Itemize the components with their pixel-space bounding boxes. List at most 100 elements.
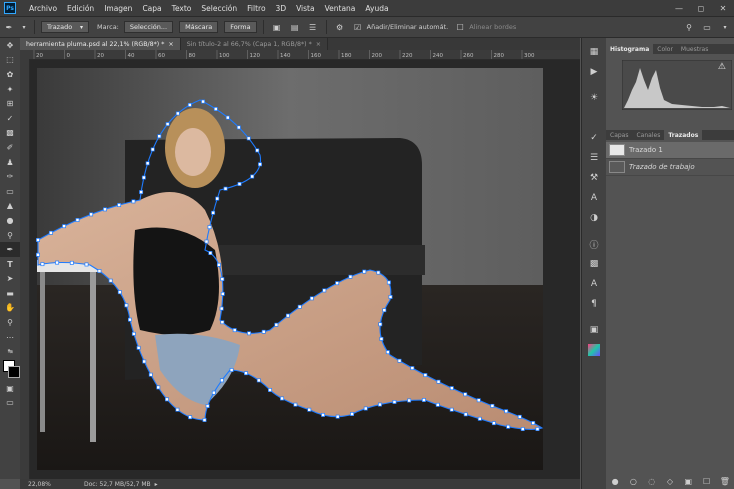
dodge-tool-icon[interactable]: ⚲ [0, 228, 20, 243]
anchor-point[interactable] [124, 303, 129, 308]
anchor-point[interactable] [247, 331, 252, 336]
anchor-point[interactable] [348, 274, 353, 279]
quick-mask-icon[interactable]: ▣ [0, 381, 20, 396]
marquee-tool-icon[interactable]: ⬚ [0, 53, 20, 68]
close-icon[interactable]: × [316, 41, 321, 48]
more-tools-icon[interactable]: ⋯ [0, 330, 20, 345]
quick-selection-tool-icon[interactable]: ✦ [0, 82, 20, 97]
type-tool-icon[interactable]: T [0, 257, 20, 272]
anchor-point[interactable] [517, 414, 522, 419]
anchor-point[interactable] [205, 404, 210, 408]
chevron-right-icon[interactable]: ▸ [155, 481, 158, 488]
anchor-point[interactable] [436, 379, 441, 384]
anchor-point[interactable] [48, 230, 53, 235]
pen-tool-icon[interactable]: ✒ [0, 242, 20, 257]
anchor-point[interactable] [463, 392, 468, 397]
eraser-tool-icon[interactable]: ▭ [0, 184, 20, 199]
anchor-point[interactable] [36, 238, 40, 242]
anchor-point[interactable] [208, 251, 213, 255]
anchor-point[interactable] [421, 398, 426, 402]
anchor-point[interactable] [285, 313, 290, 318]
anchor-point[interactable] [280, 396, 284, 401]
menu-filtro[interactable]: Filtro [242, 4, 270, 13]
libraries-icon[interactable]: ▣ [582, 320, 606, 340]
make-path-icon[interactable]: ◇ [662, 475, 678, 487]
close-icon[interactable]: ✕ [712, 0, 734, 16]
rectangle-tool-icon[interactable]: ▬ [0, 286, 20, 301]
screen-mode-icon[interactable]: ▭ [0, 396, 20, 411]
anchor-point[interactable] [142, 359, 147, 364]
menu-edicion[interactable]: Edición [62, 4, 99, 13]
anchor-point[interactable] [350, 412, 355, 416]
clone-source-icon[interactable]: ⚒ [582, 168, 606, 188]
path-item-trazado-1[interactable]: Trazado 1 [606, 142, 734, 159]
anchor-point[interactable] [55, 260, 60, 265]
anchor-point[interactable] [62, 224, 67, 229]
anchor-point[interactable] [69, 260, 74, 265]
anchor-point[interactable] [335, 281, 340, 286]
hand-tool-icon[interactable]: ✋ [0, 301, 20, 316]
swap-colors-icon[interactable]: ↹ [0, 344, 20, 359]
menu-texto[interactable]: Texto [167, 4, 197, 13]
healing-brush-tool-icon[interactable]: ▩ [0, 126, 20, 141]
mode-select[interactable]: Trazado ▾ [41, 21, 89, 33]
anchor-point[interactable] [250, 174, 255, 179]
anchor-point[interactable] [535, 427, 540, 431]
anchor-point[interactable] [225, 115, 230, 120]
anchor-point[interactable] [84, 262, 89, 267]
gear-icon[interactable]: ⚙ [334, 21, 346, 33]
anchor-point[interactable] [449, 386, 454, 391]
background-color[interactable] [8, 366, 20, 379]
crop-tool-icon[interactable]: ⊞ [0, 96, 20, 111]
anchor-point[interactable] [201, 99, 206, 104]
clone-stamp-tool-icon[interactable]: ♟ [0, 155, 20, 170]
menu-capa[interactable]: Capa [137, 4, 166, 13]
fill-path-icon[interactable]: ● [607, 475, 623, 487]
load-selection-icon[interactable]: ◌ [644, 475, 660, 487]
anchor-point[interactable] [108, 278, 113, 283]
plugin-icon[interactable] [582, 340, 606, 360]
tab-herramienta-pluma[interactable]: herramienta pluma.psd al 22,1% (RGB/8*) … [20, 38, 181, 50]
anchor-point[interactable] [258, 162, 262, 167]
anchor-point[interactable] [410, 366, 415, 371]
anchor-point[interactable] [491, 421, 496, 426]
anchor-point[interactable] [274, 322, 279, 327]
anchor-point[interactable] [229, 368, 234, 372]
anchor-point[interactable] [376, 270, 381, 275]
anchor-point[interactable] [477, 416, 482, 421]
zoom-tool-icon[interactable]: ⚲ [0, 315, 20, 330]
anchor-point[interactable] [362, 269, 367, 274]
anchor-point[interactable] [219, 378, 224, 383]
anchor-point[interactable] [261, 329, 266, 334]
anchor-point[interactable] [188, 415, 193, 420]
minimize-icon[interactable]: — [668, 0, 690, 16]
zoom-level[interactable]: 22,08% [28, 481, 84, 488]
anchor-point[interactable] [175, 111, 180, 116]
anchor-point[interactable] [213, 107, 218, 111]
anchor-point[interactable] [103, 207, 107, 212]
anchor-point[interactable] [435, 402, 440, 407]
anchor-point[interactable] [321, 412, 326, 417]
adjustments-icon[interactable]: ☀ [582, 88, 606, 108]
color-swatches[interactable] [0, 359, 20, 381]
anchor-point[interactable] [117, 290, 122, 295]
search-icon[interactable]: ⚲ [683, 21, 695, 33]
anchor-point[interactable] [388, 294, 393, 299]
anchor-point[interactable] [127, 317, 132, 322]
path-alignment-icon[interactable]: ▤ [289, 21, 301, 33]
anchor-point[interactable] [202, 418, 207, 422]
anchor-point[interactable] [449, 407, 454, 412]
anchor-point[interactable] [236, 125, 241, 130]
canvas-area[interactable] [30, 60, 580, 479]
anchor-point[interactable] [246, 136, 251, 141]
history-brush-tool-icon[interactable]: ✑ [0, 169, 20, 184]
chevron-down-icon[interactable]: ▾ [719, 21, 731, 33]
anchor-point[interactable] [150, 147, 155, 152]
path-operations-icon[interactable]: ▣ [271, 21, 283, 33]
anchor-point[interactable] [156, 385, 161, 390]
anchor-point[interactable] [141, 175, 146, 180]
anchor-point[interactable] [157, 134, 162, 139]
gradient-tool-icon[interactable]: ▲ [0, 199, 20, 214]
brushes-icon[interactable]: ☰ [582, 148, 606, 168]
anchor-point[interactable] [131, 331, 136, 336]
